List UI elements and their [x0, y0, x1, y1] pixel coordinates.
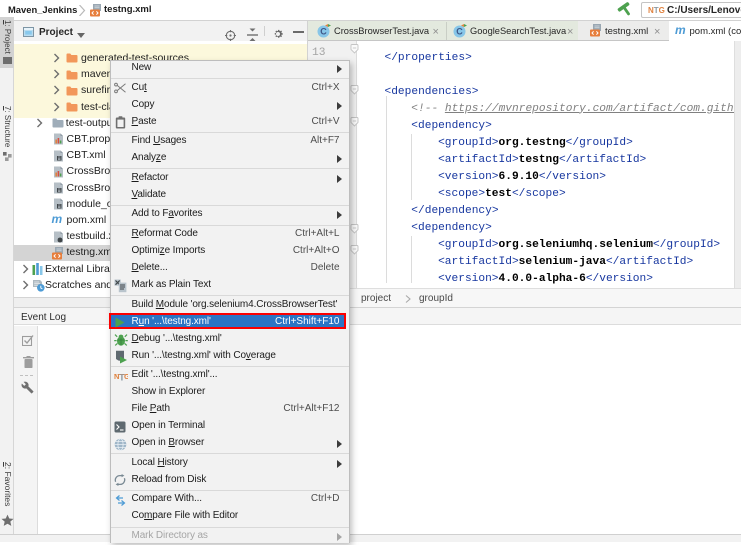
svg-text:C: C	[456, 27, 463, 37]
svg-text:G: G	[124, 372, 128, 381]
svg-text:C: C	[320, 27, 327, 37]
